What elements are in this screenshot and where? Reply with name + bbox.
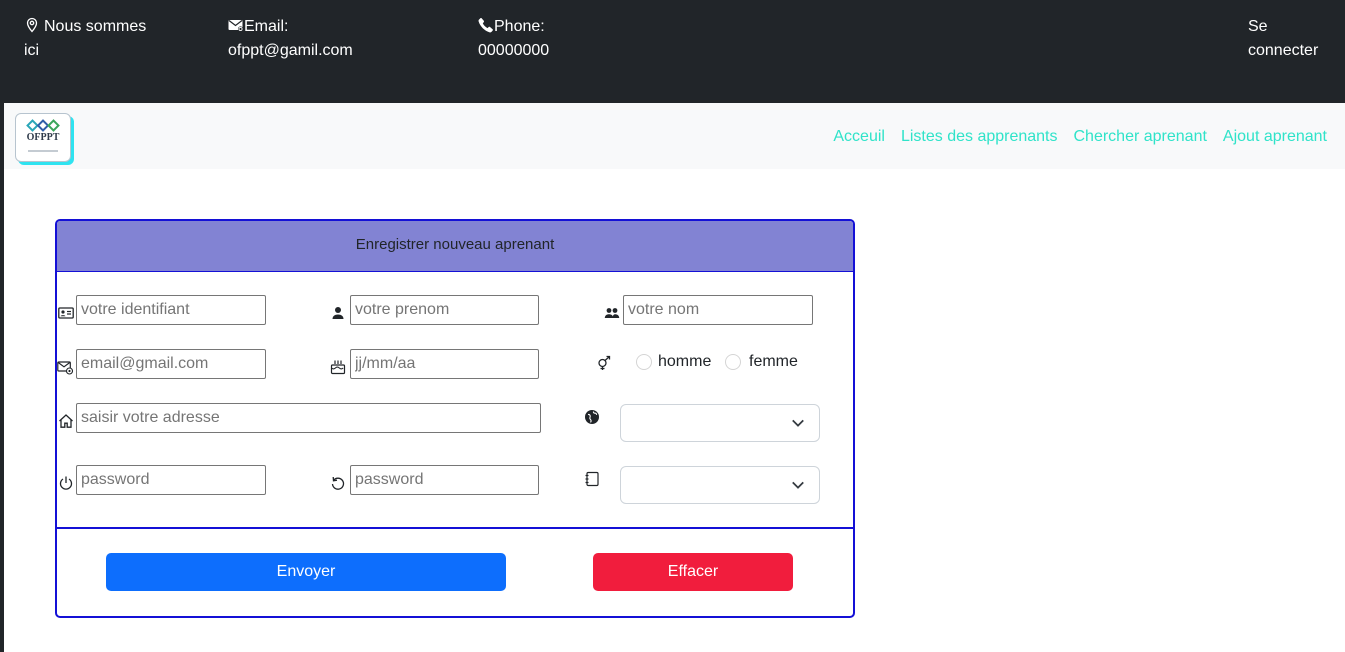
nom-input[interactable] [623,295,813,325]
registration-form-card: Enregistrer nouveau aprenant homme femme [55,219,855,618]
address-block: Nous sommes ici [24,15,146,63]
address-line2: ici [24,42,40,59]
date-naissance-input[interactable] [350,349,539,379]
location-pin-icon [24,17,40,33]
id-card-icon [58,305,74,321]
notebook-icon [584,471,600,487]
login-line1[interactable]: Se [1248,18,1268,35]
login-line2[interactable]: connecter [1248,42,1318,59]
navbar: OFPPT Acceuil Listes des apprenants Cherch… [4,103,1345,169]
nav-link-listes-apprenants[interactable]: Listes des apprenants [901,128,1058,145]
cake-icon [330,359,346,375]
effacer-button[interactable]: Effacer [593,553,793,591]
refresh-icon [330,475,346,491]
email-block: Email: ofppt@gamil.com [228,15,353,63]
chevron-down-icon [791,478,805,492]
phone-value: 00000000 [478,42,550,59]
phone-block: Phone: 00000000 [478,15,549,63]
envoyer-button[interactable]: Envoyer [106,553,506,591]
radio-femme-label[interactable]: femme [749,352,798,372]
identifiant-input[interactable] [76,295,266,325]
radio-homme[interactable] [636,354,652,370]
chevron-down-icon [791,416,805,430]
logo-text: OFPPT [26,132,60,143]
radio-femme[interactable] [725,354,741,370]
phone-icon [478,17,494,33]
envelope-icon [228,17,244,33]
nav-link-chercher-aprenant[interactable]: Chercher aprenant [1074,128,1207,145]
gender-icon [596,355,612,371]
filiere-select[interactable] [620,466,820,504]
form-title: Enregistrer nouveau aprenant [57,221,853,272]
people-icon [604,305,620,321]
phone-label: Phone: [494,18,545,35]
nav-links: Acceuil Listes des apprenants Chercher apr… [817,125,1327,149]
adresse-input[interactable] [76,403,541,433]
globe-icon [584,409,600,425]
address-line1: Nous sommes [44,18,147,35]
email-value: ofppt@gamil.com [228,42,353,59]
radio-homme-label[interactable]: homme [658,352,711,372]
form-footer-divider [57,527,853,529]
password-confirm-input[interactable] [350,465,539,495]
password-input[interactable] [76,465,266,495]
top-contact-bar: Nous sommes ici Email: ofppt@gamil.com P… [0,0,1345,103]
envelope-at-icon [57,359,73,375]
prenom-input[interactable] [350,295,539,325]
person-icon [330,305,346,321]
house-icon [58,413,74,429]
email-input[interactable] [76,349,266,379]
power-icon [58,475,74,491]
ofppt-logo[interactable]: OFPPT [15,113,71,162]
page-left-edge [0,103,4,652]
email-label: Email: [244,18,289,35]
nav-link-acceuil[interactable]: Acceuil [833,128,885,145]
pays-select[interactable] [620,404,820,442]
login-link[interactable]: Se connecter [1248,15,1318,63]
nav-link-ajout-aprenant[interactable]: Ajout aprenant [1223,128,1327,145]
